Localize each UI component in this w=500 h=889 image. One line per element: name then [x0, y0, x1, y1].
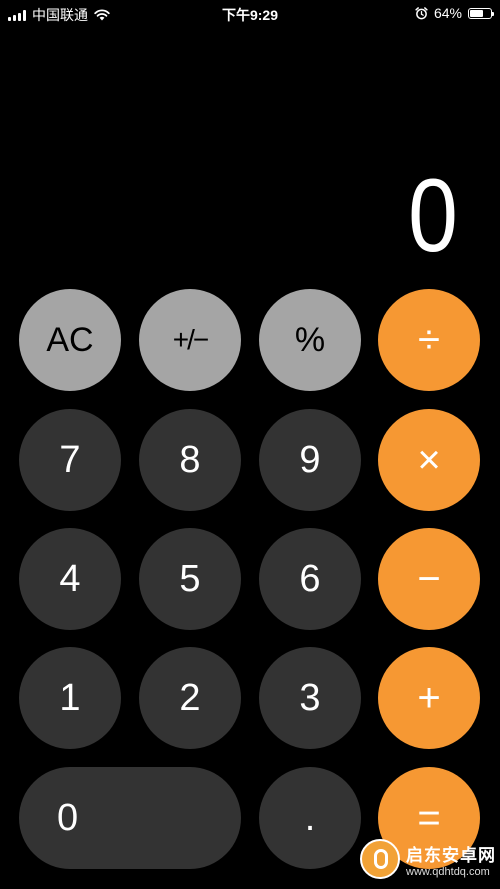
digit-9-label: 9	[299, 438, 321, 481]
digit-2-label: 2	[179, 676, 201, 719]
digit-7-label: 7	[59, 438, 81, 481]
add-button[interactable]: +	[378, 647, 480, 749]
digit-3-button[interactable]: 3	[259, 647, 361, 749]
subtract-button-label: −	[417, 556, 441, 601]
multiply-button[interactable]: ×	[378, 409, 480, 511]
digit-9-button[interactable]: 9	[259, 409, 361, 511]
digit-6-button[interactable]: 6	[259, 528, 361, 630]
sign-toggle-label: +/−	[172, 324, 210, 355]
decimal-button[interactable]: .	[259, 767, 361, 869]
status-right: 64%	[415, 5, 494, 21]
alarm-icon	[415, 6, 428, 19]
equals-button[interactable]: =	[378, 767, 480, 869]
ac-button-label: AC	[46, 320, 94, 359]
digit-3-label: 3	[299, 676, 321, 719]
multiply-button-label: ×	[417, 437, 441, 482]
digit-7-button[interactable]: 7	[19, 409, 121, 511]
digit-6-label: 6	[299, 557, 321, 600]
subtract-button[interactable]: −	[378, 528, 480, 630]
digit-0-label: 0	[57, 796, 79, 839]
digit-5-label: 5	[179, 557, 201, 600]
digit-4-button[interactable]: 4	[19, 528, 121, 630]
status-bar: 中国联通 下午9:29 64%	[0, 0, 500, 26]
digit-1-label: 1	[59, 676, 81, 719]
calculator-display: 0	[400, 158, 458, 274]
percent-button[interactable]: %	[259, 289, 361, 391]
digit-4-label: 4	[59, 557, 81, 600]
decimal-button-label: .	[304, 796, 316, 839]
add-button-label: +	[417, 675, 441, 720]
digit-0-button[interactable]: 0	[19, 767, 241, 869]
divide-button-label: ÷	[418, 317, 440, 362]
sign-toggle-button[interactable]: +/−	[139, 289, 241, 391]
digit-2-button[interactable]: 2	[139, 647, 241, 749]
equals-button-label: =	[417, 795, 441, 840]
percent-button-label: %	[294, 320, 326, 359]
digit-8-button[interactable]: 8	[139, 409, 241, 511]
digit-5-button[interactable]: 5	[139, 528, 241, 630]
display-value: 0	[408, 158, 458, 274]
divide-button[interactable]: ÷	[378, 289, 480, 391]
battery-fill	[470, 9, 483, 17]
battery-percent: 64%	[433, 5, 462, 21]
battery-icon	[468, 7, 494, 19]
digit-8-label: 8	[179, 438, 201, 481]
digit-1-button[interactable]: 1	[19, 647, 121, 749]
ac-button[interactable]: AC	[19, 289, 121, 391]
